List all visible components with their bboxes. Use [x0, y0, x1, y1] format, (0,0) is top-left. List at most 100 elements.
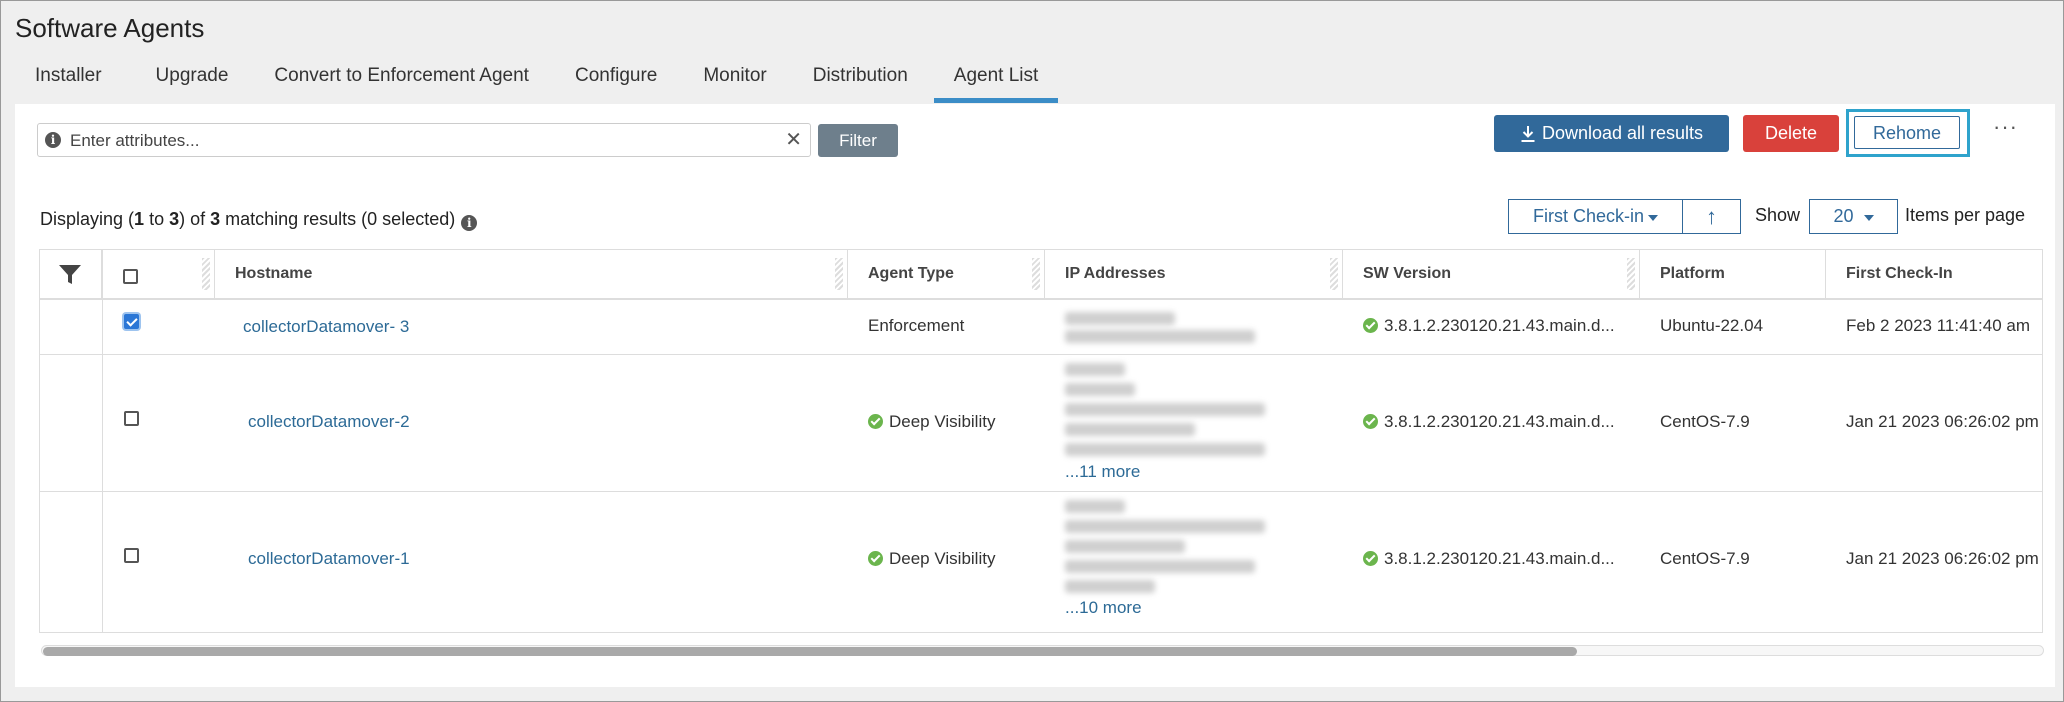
ip-more-link[interactable]: ...11 more — [1065, 462, 1140, 482]
platform: CentOS-7.9 — [1660, 412, 1750, 431]
row-checkbox[interactable] — [124, 548, 139, 563]
first-check-in: Feb 2 2023 11:41:40 am — [1846, 316, 2030, 335]
platform: Ubuntu-22.04 — [1660, 316, 1764, 335]
check-circle-icon — [868, 551, 883, 566]
tab-label: Upgrade — [155, 65, 229, 86]
show-label: Show — [1755, 205, 1801, 225]
column-resize-handle[interactable] — [202, 258, 210, 290]
info-icon[interactable]: i — [461, 215, 478, 231]
scrollbar-thumb[interactable] — [43, 647, 1577, 656]
page-title: Software Agents — [15, 13, 205, 43]
column-header-ip-addresses[interactable]: IP Addresses — [1045, 250, 1343, 298]
tab-label: Distribution — [812, 65, 908, 86]
column-resize-handle[interactable] — [1032, 258, 1040, 290]
platform: CentOS-7.9 — [1660, 549, 1750, 568]
rehome-button[interactable]: Rehome — [1854, 116, 1960, 149]
items-per-page-label: Items per page — [1905, 205, 2026, 225]
column-resize-handle[interactable] — [1627, 258, 1635, 290]
column-filter-header[interactable] — [40, 250, 102, 298]
hostname-link[interactable]: collectorDatamover- 3 — [243, 317, 409, 337]
hostname-link[interactable]: collectorDatamover-1 — [248, 549, 410, 569]
table-header: Hostname Agent Type IP Addresses SW Vers… — [40, 250, 2042, 300]
tab-label: Configure — [574, 65, 658, 86]
summary-mid: ) of — [179, 209, 211, 229]
hostname-link[interactable]: collectorDatamover-2 — [248, 412, 410, 432]
per-page-value: 20 — [1833, 206, 1854, 226]
column-header-first-check-in[interactable]: First Check-In — [1826, 250, 2042, 298]
tab-label: Agent List — [953, 65, 1039, 86]
summary-from: 1 — [134, 209, 145, 229]
sw-version: 3.8.1.2.230120.21.43.main.d... — [1363, 549, 1615, 569]
row-checkbox[interactable] — [124, 411, 139, 426]
sw-version-text: 3.8.1.2.230120.21.43.main.d... — [1384, 549, 1615, 568]
column-label: Platform — [1660, 265, 1725, 282]
agent-type: Deep Visibility — [868, 549, 995, 569]
info-icon[interactable]: i — [45, 132, 61, 148]
sw-version-text: 3.8.1.2.230120.21.43.main.d... — [1384, 316, 1615, 335]
select-all-checkbox[interactable] — [123, 269, 138, 284]
more-options-icon[interactable]: ··· — [1993, 114, 2018, 140]
sort-direction-button[interactable]: ↑ — [1682, 199, 1741, 234]
check-circle-icon — [1363, 551, 1378, 566]
tab-convert-to-enforcement-agent[interactable]: Convert to Enforcement Agent — [274, 57, 529, 103]
rehome-highlight: Rehome — [1846, 109, 1970, 157]
column-label: IP Addresses — [1065, 265, 1166, 282]
column-header-sw-version[interactable]: SW Version — [1343, 250, 1640, 298]
sw-version: 3.8.1.2.230120.21.43.main.d... — [1363, 316, 1615, 336]
tab-label: Convert to Enforcement Agent — [274, 65, 529, 86]
sort-field-label: First Check-in — [1532, 206, 1644, 226]
agent-type: Deep Visibility — [868, 412, 995, 432]
column-resize-handle[interactable] — [835, 258, 843, 290]
chevron-down-icon — [1648, 214, 1658, 221]
column-header-hostname[interactable]: Hostname — [215, 250, 848, 298]
filter-icon — [59, 265, 81, 284]
column-label: Agent Type — [868, 265, 954, 282]
tab-configure[interactable]: Configure — [575, 57, 657, 103]
check-circle-icon — [1363, 318, 1378, 333]
filter-button[interactable]: Filter — [818, 124, 898, 157]
row-checkbox[interactable] — [124, 314, 139, 329]
table-row[interactable]: collectorDatamover- 3 Enforcement 3.8.1.… — [40, 300, 2042, 355]
tab-label: Monitor — [703, 65, 767, 86]
tab-upgrade[interactable]: Upgrade — [156, 57, 229, 103]
column-label: First Check-In — [1846, 265, 1953, 282]
download-label: Download all results — [1541, 123, 1704, 143]
download-all-results-button[interactable]: Download all results — [1494, 115, 1729, 152]
tab-installer[interactable]: Installer — [35, 57, 102, 103]
first-check-in: Jan 21 2023 06:26:02 pm — [1846, 549, 2039, 568]
tab-bar: Installer Upgrade Convert to Enforcement… — [1, 57, 1059, 103]
summary-total: 3 — [210, 209, 221, 229]
column-header-platform[interactable]: Platform — [1640, 250, 1826, 298]
app-window: Software Agents Installer Upgrade Conver… — [0, 0, 2064, 702]
ip-more-link[interactable]: ...10 more — [1065, 598, 1142, 618]
agent-type: Enforcement — [868, 316, 965, 335]
select-all-header — [102, 250, 215, 298]
summary-suffix: matching results (0 selected) — [220, 209, 456, 229]
table-row[interactable]: collectorDatamover-1 Deep Visibility ...… — [40, 492, 2042, 632]
tab-label: Installer — [35, 65, 102, 86]
tab-distribution[interactable]: Distribution — [813, 57, 908, 103]
chevron-down-icon — [1863, 214, 1874, 221]
column-label: SW Version — [1363, 265, 1452, 282]
delete-button[interactable]: Delete — [1743, 115, 1839, 152]
sw-version-text: 3.8.1.2.230120.21.43.main.d... — [1384, 412, 1615, 431]
table-row[interactable]: collectorDatamover-2 Deep Visibility ...… — [40, 355, 2042, 492]
close-icon[interactable]: ✕ — [785, 130, 802, 150]
agent-type-text: Deep Visibility — [889, 549, 996, 568]
sort-field-dropdown[interactable]: First Check-in — [1508, 199, 1683, 234]
summary-to: 3 — [169, 209, 180, 229]
check-circle-icon — [1363, 414, 1378, 429]
sw-version: 3.8.1.2.230120.21.43.main.d... — [1363, 412, 1615, 432]
column-resize-handle[interactable] — [1330, 258, 1338, 290]
column-header-agent-type[interactable]: Agent Type — [848, 250, 1045, 298]
search-input[interactable] — [68, 127, 772, 155]
agent-type-text: Deep Visibility — [889, 412, 996, 431]
download-icon — [1521, 125, 1535, 142]
summary-prefix: Displaying ( — [40, 209, 135, 229]
tab-monitor[interactable]: Monitor — [703, 57, 766, 103]
arrow-up-icon: ↑ — [1706, 204, 1717, 229]
first-check-in: Jan 21 2023 06:26:02 pm — [1846, 412, 2039, 431]
tab-agent-list[interactable]: Agent List — [933, 57, 1059, 103]
summary-to-word: to — [144, 209, 170, 229]
items-per-page-dropdown[interactable]: 20 — [1809, 199, 1898, 234]
